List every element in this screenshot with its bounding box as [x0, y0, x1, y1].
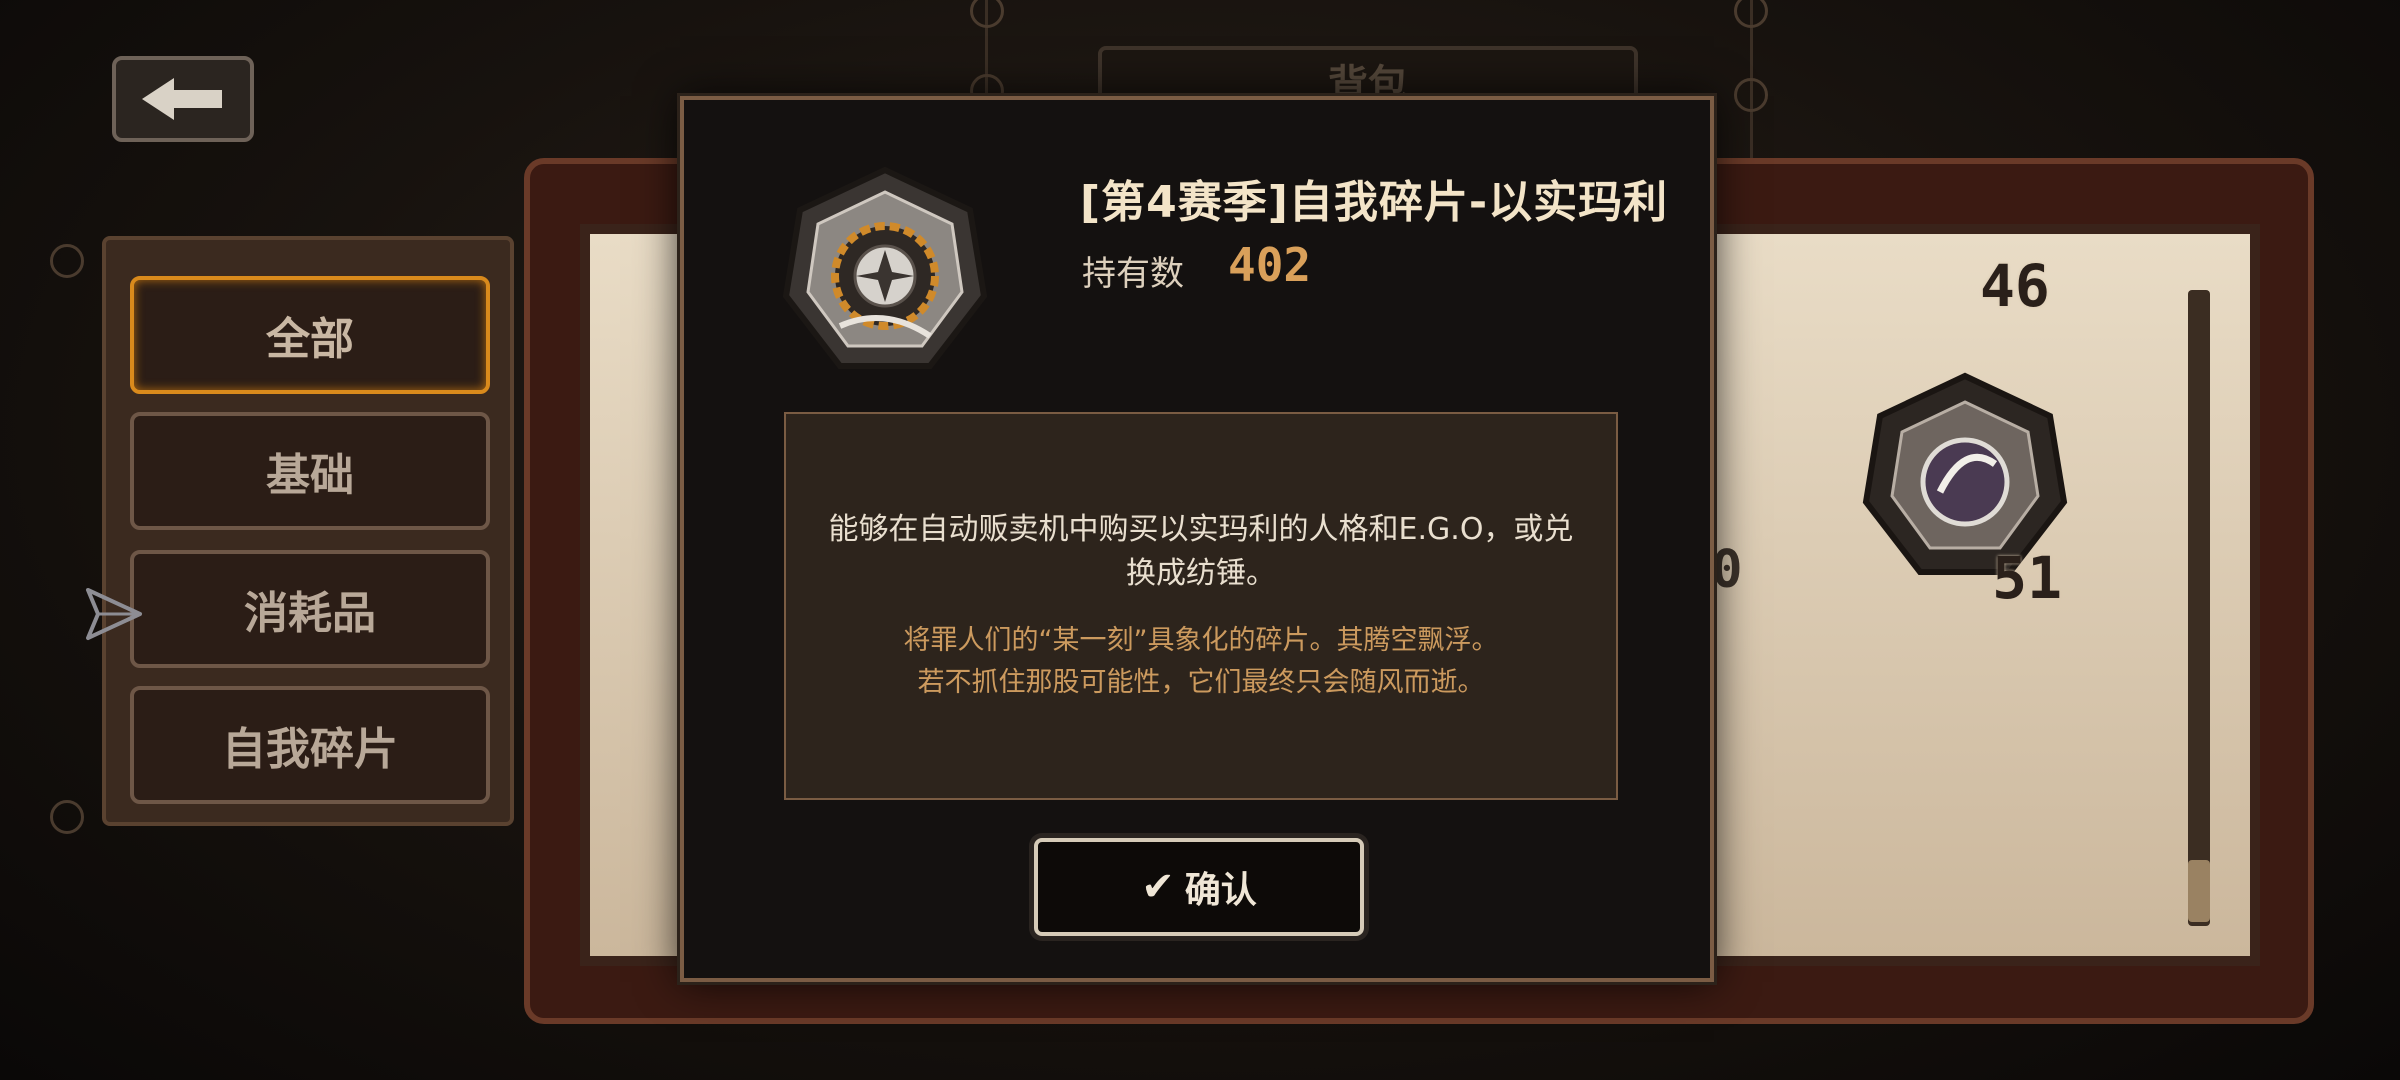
item-description-box: 能够在自动贩卖机中购买以实玛利的人格和E.G.O，或兑换成纺锤。 将罪人们的“某… [784, 412, 1618, 800]
category-label: 全部 [266, 314, 354, 365]
bg-node [1734, 78, 1768, 112]
category-label: 基础 [266, 450, 354, 501]
category-ego-shard-button[interactable]: 自我碎片 [130, 686, 490, 804]
check-icon: ✔ [1141, 864, 1175, 910]
confirm-button[interactable]: ✔ 确认 [1034, 838, 1364, 936]
item-title: [第4赛季]自我碎片-以实玛利 [1080, 177, 1669, 228]
item-count: 51 [1992, 544, 2062, 612]
back-button[interactable] [112, 56, 254, 142]
scrollbar-track[interactable] [2188, 290, 2210, 926]
category-all-button[interactable]: 全部 [130, 276, 490, 394]
category-basic-button[interactable]: 基础 [130, 412, 490, 530]
flavor-line: 若不抓住那股可能性，它们最终只会随风而逝。 [917, 667, 1485, 698]
bg-node [50, 800, 84, 834]
owned-count-value: 402 [1228, 238, 1312, 292]
paper-plane-icon[interactable] [84, 584, 144, 644]
bg-node [50, 244, 84, 278]
bg-node [970, 0, 1004, 28]
flavor-line: 将罪人们的“某一刻”具象化的碎片。其腾空飘浮。 [903, 625, 1499, 656]
ego-shard-ishmael-icon [782, 166, 988, 369]
bg-node [1734, 0, 1768, 28]
category-panel: 全部 基础 消耗品 自我碎片 [102, 236, 514, 826]
inventory-item[interactable]: 51 [1860, 372, 2070, 612]
item-count: 46 [1980, 252, 2050, 320]
item-flavor-text: 将罪人们的“某一刻”具象化的碎片。其腾空飘浮。 若不抓住那股可能性，它们最终只会… [821, 620, 1581, 704]
category-label: 自我碎片 [222, 724, 398, 775]
owned-count-label: 持有数 [1082, 254, 1184, 294]
category-label: 消耗品 [244, 588, 376, 639]
item-description: 能够在自动贩卖机中购买以实玛利的人格和E.G.O，或兑换成纺锤。 [828, 512, 1574, 591]
confirm-label: 确认 [1184, 870, 1257, 911]
scrollbar-thumb[interactable] [2188, 860, 2210, 922]
arrow-left-icon [142, 78, 222, 120]
category-consumable-button[interactable]: 消耗品 [130, 550, 490, 668]
